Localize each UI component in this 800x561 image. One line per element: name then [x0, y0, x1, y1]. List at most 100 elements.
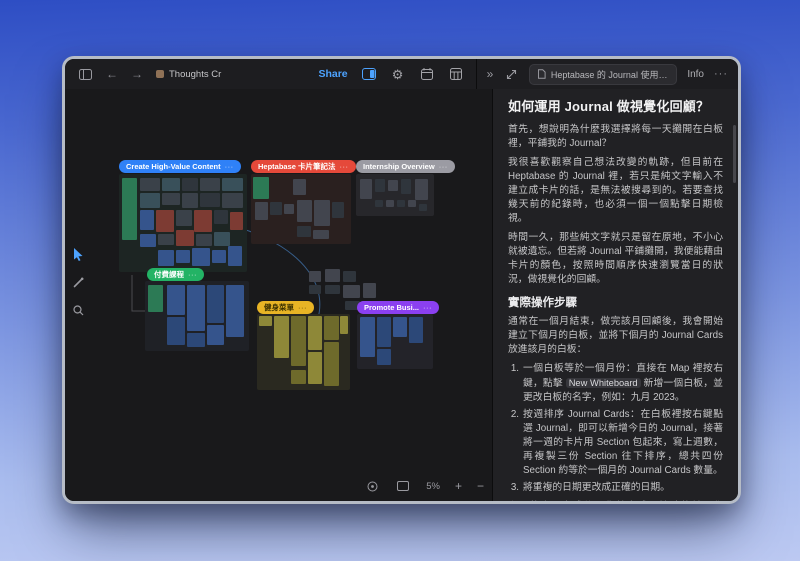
select-tool-icon[interactable]	[71, 247, 86, 262]
card[interactable]	[388, 180, 398, 191]
card[interactable]	[167, 285, 185, 315]
settings-gear-icon[interactable]: ⚙	[390, 66, 406, 82]
card[interactable]	[308, 316, 322, 350]
whiteboard-heptabase-card-notes[interactable]	[251, 174, 351, 244]
card[interactable]	[176, 250, 190, 263]
card[interactable]	[325, 285, 340, 294]
card[interactable]	[360, 179, 372, 199]
card[interactable]	[397, 200, 405, 207]
pill-more-icon[interactable]: ···	[298, 303, 307, 312]
card[interactable]	[194, 210, 212, 232]
calendar-icon[interactable]	[419, 66, 435, 82]
card[interactable]	[200, 193, 220, 207]
card[interactable]	[375, 200, 383, 207]
expand-icon[interactable]	[503, 66, 519, 82]
card[interactable]	[325, 269, 340, 282]
card[interactable]	[270, 202, 282, 215]
back-icon[interactable]: ←	[106, 67, 118, 81]
card[interactable]	[162, 178, 180, 191]
whiteboard-fitness-menu[interactable]	[257, 314, 350, 390]
card[interactable]	[293, 179, 306, 195]
card[interactable]	[375, 179, 385, 192]
focus-icon[interactable]	[364, 478, 380, 494]
card[interactable]	[297, 226, 311, 237]
board-pill-create-high-value-content[interactable]: Create High-Value Content···	[119, 160, 241, 173]
pill-more-icon[interactable]: ···	[439, 162, 448, 171]
card[interactable]	[309, 271, 321, 282]
card[interactable]	[309, 285, 321, 294]
right-panel-toggle-icon[interactable]	[361, 66, 377, 82]
pill-more-icon[interactable]: ···	[188, 270, 197, 279]
share-button[interactable]: Share	[318, 68, 347, 80]
document-tab[interactable]: Heptabase 的 Journal 使用方...	[529, 64, 677, 85]
pill-more-icon[interactable]: ···	[340, 162, 349, 171]
card[interactable]	[340, 316, 348, 334]
card[interactable]	[207, 325, 224, 345]
card[interactable]	[200, 178, 220, 191]
card[interactable]	[415, 179, 428, 200]
card[interactable]	[297, 200, 312, 222]
board-pill-promote-business[interactable]: Promote Busi...···	[357, 301, 439, 314]
card[interactable]	[167, 317, 185, 345]
sidebar-toggle-icon[interactable]	[77, 66, 93, 82]
board-pill-heptabase-card-notes[interactable]: Heptabase 卡片筆記法···	[251, 160, 356, 173]
card[interactable]	[182, 193, 198, 208]
collapse-panel-icon[interactable]: »	[487, 67, 494, 81]
info-button[interactable]: Info	[687, 69, 704, 80]
card[interactable]	[360, 317, 375, 357]
forward-icon[interactable]: →	[131, 67, 143, 81]
card[interactable]	[324, 316, 339, 340]
card[interactable]	[196, 234, 212, 246]
card[interactable]	[377, 317, 391, 347]
card[interactable]	[343, 285, 360, 298]
card[interactable]	[259, 316, 272, 326]
card[interactable]	[377, 349, 391, 365]
draw-tool-icon[interactable]	[71, 275, 86, 290]
card[interactable]	[182, 178, 198, 191]
board-pill-paid-course[interactable]: 付費課程···	[147, 268, 204, 281]
card[interactable]	[226, 285, 244, 337]
card[interactable]	[313, 230, 329, 239]
grid-view-icon[interactable]	[448, 66, 464, 82]
card[interactable]	[212, 250, 226, 263]
card[interactable]	[228, 246, 242, 266]
whiteboard-paid-course[interactable]	[145, 281, 249, 351]
zoom-out-button[interactable]: −	[477, 479, 484, 493]
card[interactable]	[176, 210, 192, 226]
card[interactable]	[214, 210, 228, 224]
card[interactable]	[140, 234, 156, 247]
card[interactable]	[332, 202, 344, 218]
card[interactable]	[393, 317, 407, 337]
pill-more-icon[interactable]: ···	[423, 303, 432, 312]
board-title[interactable]: Thoughts Cr	[156, 69, 221, 80]
card[interactable]	[222, 193, 243, 208]
card[interactable]	[408, 200, 416, 207]
card[interactable]	[308, 352, 322, 384]
card[interactable]	[140, 210, 154, 230]
card[interactable]	[214, 232, 230, 246]
card[interactable]	[222, 178, 243, 191]
card[interactable]	[291, 316, 306, 366]
whiteboard-promote-business[interactable]	[357, 314, 433, 369]
card[interactable]	[158, 234, 174, 245]
card[interactable]	[187, 285, 205, 331]
card[interactable]	[274, 316, 289, 358]
card[interactable]	[192, 248, 210, 266]
card[interactable]	[230, 212, 243, 230]
card[interactable]	[207, 285, 224, 323]
pill-more-icon[interactable]: ···	[225, 162, 234, 171]
card[interactable]	[158, 250, 174, 266]
whiteboard-create-high-value-content[interactable]	[119, 174, 247, 272]
card[interactable]	[140, 178, 160, 191]
board-pill-fitness-menu[interactable]: 健身菜單···	[257, 301, 314, 314]
zoom-level[interactable]: 5%	[426, 481, 440, 492]
board-pill-internship-overview[interactable]: Internship Overview···	[356, 160, 455, 173]
zoom-in-button[interactable]: +	[455, 479, 462, 493]
card[interactable]	[324, 342, 339, 386]
frame-icon[interactable]	[395, 478, 411, 494]
scrollbar-thumb[interactable]	[733, 125, 736, 183]
card[interactable]	[314, 200, 330, 226]
card[interactable]	[253, 177, 269, 199]
card[interactable]	[409, 317, 423, 343]
card[interactable]	[176, 230, 194, 246]
